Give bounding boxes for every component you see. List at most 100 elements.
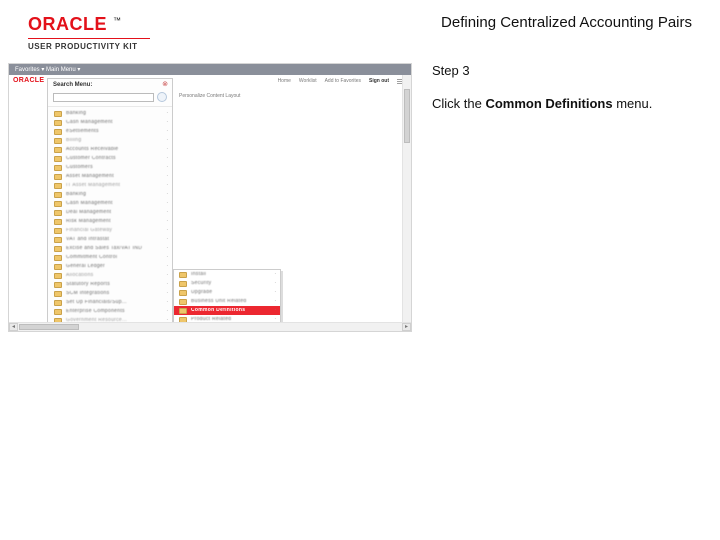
menu-item-label: Set Up Financials/Sup... [66,300,127,305]
folder-icon [179,290,187,296]
chevron-right-icon: · [166,219,168,224]
menu-item-label: Banking [66,111,86,116]
folder-icon [54,201,62,207]
link-favorites[interactable]: Add to Favorites [325,79,361,84]
close-icon[interactable]: ⊗ [162,81,168,88]
menu-item[interactable]: Cash Management· [48,118,172,127]
step-label: Step 3 [432,63,692,78]
chevron-right-icon: · [166,237,168,242]
menu-item-label: Asset Management [66,174,114,179]
link-home[interactable]: Home [278,79,291,84]
chevron-right-icon: · [166,138,168,143]
link-signout[interactable]: Sign out [369,79,389,84]
menu-item[interactable]: IT Asset Management· [48,181,172,190]
menu-item[interactable]: Enterprise Components· [48,307,172,316]
menu-item[interactable]: VAT and Intrastat · [48,235,172,244]
submenu-item-label: Upgrade [191,290,212,295]
submenu-item[interactable]: Upgrade · [174,288,280,297]
folder-icon [54,300,62,306]
submenu-item[interactable]: Business Unit Related· [174,297,280,306]
menu-item[interactable]: Set Up Financials/Sup...· [48,298,172,307]
menu-item[interactable]: Asset Management · [48,172,172,181]
folder-icon [54,147,62,153]
breadcrumb[interactable]: Personalize Content Layout [179,94,240,99]
menu-item[interactable]: eSettlements · [48,127,172,136]
menu-item[interactable]: Statutory Reports· [48,280,172,289]
trademark: ™ [113,16,121,25]
menu-item-label: eSettlements [66,129,99,134]
instruction-pane: Step 3 Click the Common Definitions menu… [412,63,692,332]
menu-item-label: General Ledger [66,264,105,269]
divider [48,106,172,107]
brand-underline [28,38,150,39]
menu-item[interactable]: Banking · [48,190,172,199]
submenu-item[interactable]: Security · [174,279,280,288]
submenu-item-label: Security [191,281,211,286]
brand-name: ORACLE [28,14,107,35]
link-worklist[interactable]: Worklist [299,79,317,84]
folder-icon [179,308,187,314]
menu-item[interactable]: Risk Management· [48,217,172,226]
menu-item[interactable]: Billing· [48,136,172,145]
submenu-item[interactable]: Install· [174,270,280,279]
chevron-right-icon: · [166,246,168,251]
folder-icon [54,237,62,243]
chevron-right-icon: · [166,129,168,134]
menu-item-label: VAT and Intrastat [66,237,109,242]
menu-item-label: Deal Management [66,210,111,215]
scroll-left-icon[interactable]: ◂ [9,323,18,331]
menu-item[interactable]: Customer Contracts· [48,154,172,163]
app-logo: ORACLE [13,77,44,84]
menu-item[interactable]: Financial Gateway· [48,226,172,235]
menu-tree: Banking·Cash Management·eSettlements·Bil… [48,109,172,332]
folder-icon [54,210,62,216]
folder-icon [54,138,62,144]
brand-subtitle: USER PRODUCTIVITY KIT [28,42,150,51]
chevron-right-icon: · [166,174,168,179]
menu-item[interactable]: Deal Management· [48,208,172,217]
menu-item-label: Financial Gateway [66,228,112,233]
main-menu-panel: Search Menu: ⊗ Banking·Cash Management·e… [47,78,173,327]
folder-icon [179,272,187,278]
menu-item[interactable]: Allocations· [48,271,172,280]
scrollbar-vertical[interactable] [402,75,411,322]
chevron-right-icon: · [166,309,168,314]
submenu-item-common-definitions[interactable]: Common Definitions· [174,306,280,315]
chevron-right-icon: · [274,281,276,286]
menu-item[interactable]: Commitment Control· [48,253,172,262]
search-go-icon[interactable] [157,92,167,102]
brand-logo: ORACLE ™ USER PRODUCTIVITY KIT [28,14,150,51]
folder-icon [54,273,62,279]
topbar-left[interactable]: Favorites ▾ Main Menu ▾ [15,67,80,73]
scroll-right-icon[interactable]: ▸ [402,323,411,331]
menu-item[interactable]: Banking· [48,109,172,118]
menu-item-label: Banking [66,192,86,197]
app-topbar: Favorites ▾ Main Menu ▾ [9,64,411,75]
app-screenshot: Favorites ▾ Main Menu ▾ ORACLE Home Work… [8,63,412,332]
menu-item-label: SCM Integrations [66,291,109,296]
folder-icon [54,120,62,126]
chevron-right-icon: · [274,290,276,295]
top-links: Home Worklist Add to Favorites Sign out [278,79,389,84]
chevron-right-icon: · [166,147,168,152]
menu-item-label: Customer Contracts [66,156,116,161]
menu-item-label: Statutory Reports [66,282,110,287]
folder-icon [54,192,62,198]
folder-icon [54,129,62,135]
menu-item[interactable]: Accounts Receivable· [48,145,172,154]
folder-icon [54,183,62,189]
chevron-right-icon: · [166,291,168,296]
menu-item[interactable]: Customers· [48,163,172,172]
menu-item[interactable]: General Ledger· [48,262,172,271]
menu-item[interactable]: Excise and Sales Tax/VAT IND· [48,244,172,253]
chevron-right-icon: · [166,192,168,197]
search-input[interactable] [53,93,154,102]
chevron-right-icon: · [274,308,276,313]
folder-icon [54,174,62,180]
chevron-right-icon: · [274,299,276,304]
folder-icon [179,281,187,287]
scrollbar-horizontal[interactable]: ◂ ▸ [9,322,411,331]
menu-item[interactable]: Cash Management· [48,199,172,208]
folder-icon [54,228,62,234]
menu-item[interactable]: SCM Integrations · [48,289,172,298]
